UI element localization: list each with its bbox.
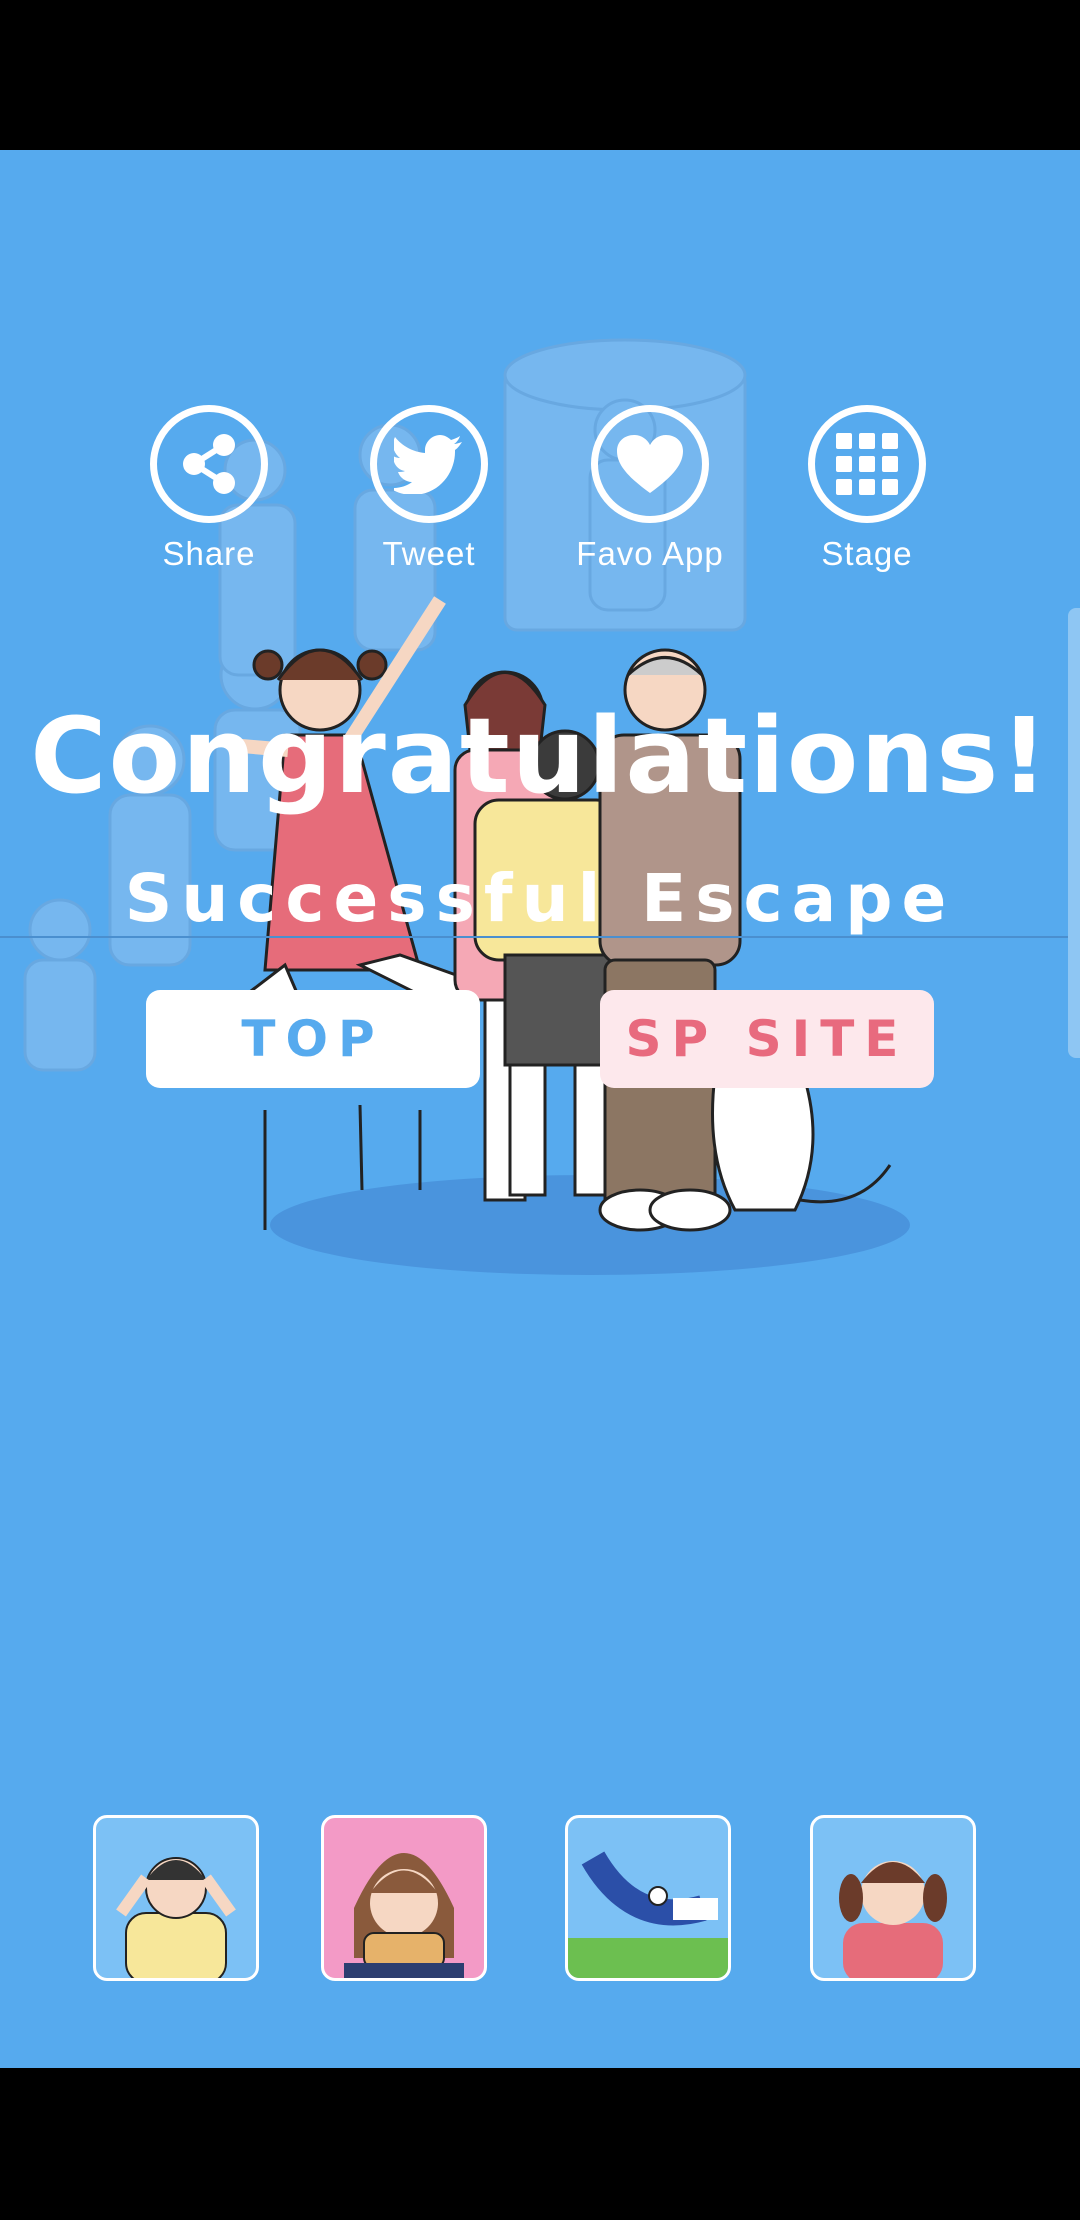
boy-holding-head-icon bbox=[116, 1857, 236, 1978]
edge-panel-handle[interactable] bbox=[1068, 608, 1080, 1058]
congratulations-title: Congratulations! bbox=[30, 695, 1050, 817]
tweet-label: Tweet bbox=[382, 535, 476, 572]
favo-app-label: Favo App bbox=[576, 535, 724, 572]
stage-button[interactable]: Stage bbox=[767, 405, 967, 585]
app-thumbnail-4[interactable] bbox=[810, 1815, 976, 1981]
app-thumbnail-2[interactable] bbox=[321, 1815, 487, 1981]
app-thumbnail-1[interactable] bbox=[93, 1815, 259, 1981]
game-clear-screen: Share Tweet Favo App Stage Congratulatio… bbox=[0, 150, 1080, 2068]
successful-escape-subtitle: Successful Escape bbox=[124, 860, 956, 937]
favo-app-button[interactable]: Favo App bbox=[550, 405, 750, 585]
tweet-button[interactable]: Tweet bbox=[329, 405, 529, 585]
navigation-bar bbox=[0, 2068, 1080, 2220]
girl-pigtails-icon bbox=[839, 1861, 947, 1978]
twitter-bird-icon bbox=[370, 405, 488, 523]
girl-with-toast-icon bbox=[344, 1853, 464, 1978]
top-button[interactable]: TOP bbox=[146, 990, 480, 1088]
share-icon bbox=[150, 405, 268, 523]
share-label: Share bbox=[162, 535, 256, 572]
grid-icon bbox=[808, 405, 926, 523]
share-button[interactable]: Share bbox=[109, 405, 309, 585]
stage-label: Stage bbox=[821, 535, 913, 572]
baseball-player-icon bbox=[568, 1851, 728, 1978]
app-thumbnail-3[interactable] bbox=[565, 1815, 731, 1981]
status-bar bbox=[0, 0, 1080, 150]
sp-site-button[interactable]: SP SITE bbox=[600, 990, 934, 1088]
heart-icon bbox=[591, 405, 709, 523]
